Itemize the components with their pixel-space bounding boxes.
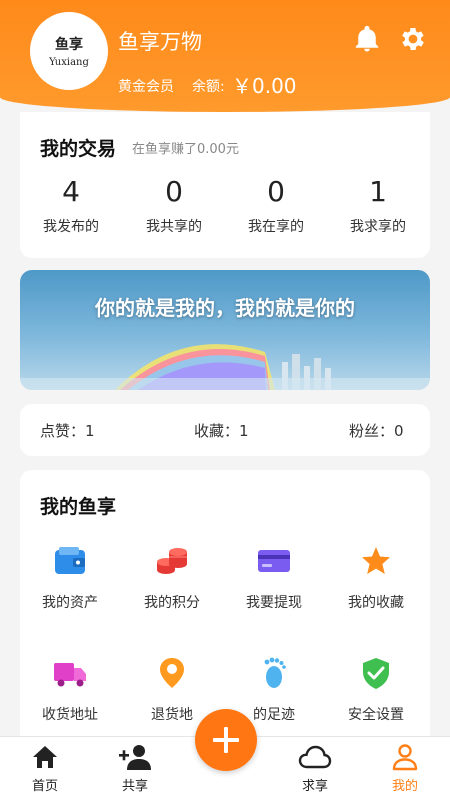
nav-label: 共享 [121, 779, 148, 794]
stat-label: 我在享的 [248, 219, 304, 235]
stat-shared[interactable]: 0 我共享的 [123, 174, 225, 236]
stat-requested[interactable]: 1 我求享的 [327, 174, 429, 236]
add-user-icon [119, 745, 151, 770]
rainbow-city-illustration [20, 344, 430, 390]
menu-shipping-address[interactable]: 收货地址 [20, 656, 120, 724]
stat-label: 我求享的 [350, 219, 406, 235]
menu-security-settings[interactable]: 安全设置 [326, 656, 426, 724]
stat-value: 0 [165, 175, 183, 208]
wallet-icon [55, 547, 85, 574]
my-fish-title: 我的鱼享 [40, 496, 117, 518]
nav-label: 求享 [301, 779, 328, 794]
menu-withdraw[interactable]: 我要提现 [224, 544, 324, 612]
trade-card: 我的交易 在鱼享赚了0.00元 4 我发布的 0 我共享的 0 我在享的 1 我… [20, 112, 430, 258]
trade-title: 我的交易 [40, 138, 117, 160]
menu-label: 我的资产 [42, 595, 98, 611]
menu-my-favorites[interactable]: 我的收藏 [326, 544, 426, 612]
fans-count[interactable]: 粉丝：0 [349, 420, 404, 441]
nav-request[interactable]: 求享 [270, 737, 360, 800]
nav-label: 我的 [391, 779, 418, 794]
menu-label: 我的收藏 [348, 595, 404, 611]
menu-label: 我的积分 [144, 595, 200, 611]
nav-mine[interactable]: 我的 [360, 737, 450, 800]
social-counts: 点赞：1 收藏：1 粉丝：0 [20, 404, 430, 456]
balance-value: ￥0.00 [232, 74, 297, 98]
card-icon [258, 550, 290, 572]
star-icon [362, 547, 390, 574]
stat-label: 我共享的 [146, 219, 202, 235]
person-icon [392, 744, 418, 771]
home-icon [33, 746, 57, 768]
likes-count[interactable]: 点赞：1 [40, 420, 95, 441]
promo-banner[interactable]: 你的就是我的，我的就是你的 [20, 270, 430, 390]
truck-icon [54, 663, 86, 687]
cloud-icon [298, 745, 332, 769]
plus-icon [213, 727, 239, 753]
stat-borrowing[interactable]: 0 我在享的 [225, 174, 327, 236]
stat-value: 1 [369, 175, 387, 208]
nav-home[interactable]: 首页 [0, 737, 90, 800]
avatar[interactable]: 鱼享 Yuxiang [30, 12, 108, 90]
member-level: 黄金会员 [118, 79, 174, 95]
username: 鱼享万物 [118, 30, 202, 54]
nav-label: 首页 [31, 779, 58, 794]
favorites-count[interactable]: 收藏：1 [194, 420, 249, 441]
stat-published[interactable]: 4 我发布的 [20, 174, 122, 236]
stat-value: 4 [62, 175, 80, 208]
menu-label: 安全设置 [348, 707, 404, 723]
location-pin-icon [160, 658, 184, 688]
bell-icon[interactable] [352, 24, 382, 54]
avatar-logo-text: 鱼享 [55, 37, 83, 53]
menu-label: 我要提现 [246, 595, 302, 611]
menu-my-assets[interactable]: 我的资产 [20, 544, 120, 612]
profile-header: 鱼享 Yuxiang 鱼享万物 黄金会员 余额: ￥0.00 [0, 0, 450, 112]
stat-value: 0 [267, 175, 285, 208]
trade-earnings: 在鱼享赚了0.00元 [132, 142, 239, 157]
menu-my-points[interactable]: 我的积分 [122, 544, 222, 612]
avatar-logo-subtext: Yuxiang [49, 57, 89, 68]
shield-check-icon [363, 658, 389, 689]
gear-icon[interactable] [398, 24, 428, 54]
menu-label: 收货地址 [42, 707, 98, 723]
stat-label: 我发布的 [43, 219, 99, 235]
footprint-icon [264, 657, 286, 688]
my-fish-card: 我的鱼享 我的资产 我的积分 我要提现 我的收藏 收货地址 退货地 的足迹 安全… [20, 470, 430, 750]
nav-share[interactable]: 共享 [90, 737, 180, 800]
coins-icon [157, 548, 187, 574]
banner-slogan: 你的就是我的，我的就是你的 [95, 296, 355, 320]
publish-fab-button[interactable] [195, 709, 257, 771]
balance-label: 余额: [192, 79, 225, 95]
